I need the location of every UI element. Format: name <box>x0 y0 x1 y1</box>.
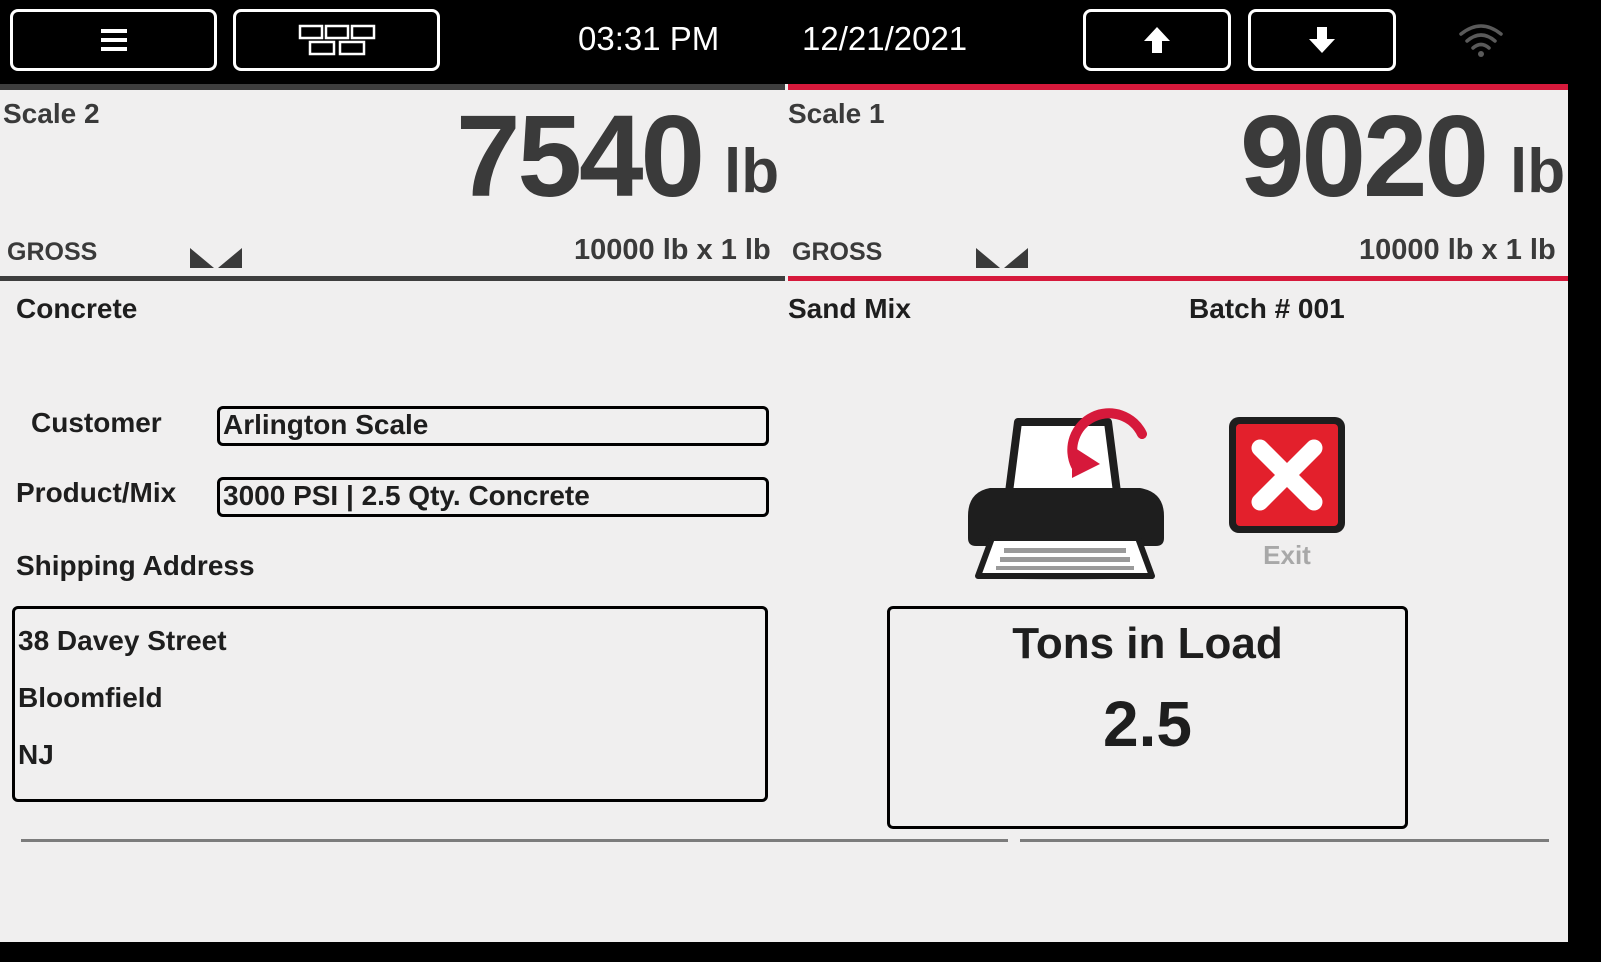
scale-terminal-screen: 03:31 PM 12/21/2021 Scale 2 7540 lb GROS… <box>0 0 1568 942</box>
exit-close-icon <box>1229 417 1345 533</box>
address-line-3: NJ <box>18 739 54 770</box>
current-date: 12/21/2021 <box>802 20 968 57</box>
customer-field[interactable]: Arlington Scale <box>217 406 769 446</box>
shipping-address-label: Shipping Address <box>16 550 255 581</box>
scale-1-unit: lb <box>1510 137 1566 206</box>
scale-2-unit: lb <box>724 137 780 206</box>
arrow-down-icon <box>1309 27 1335 53</box>
tons-in-load-value: 2.5 <box>1103 688 1192 760</box>
scale-2-name: Scale 2 <box>3 98 100 129</box>
hamburger-menu-icon <box>100 29 127 51</box>
material-left-label: Concrete <box>16 293 138 324</box>
center-of-zero-icon <box>190 248 242 268</box>
scale-1-weight: 9020 <box>1240 91 1489 221</box>
menu-button[interactable] <box>10 9 217 71</box>
scroll-down-button[interactable] <box>1248 9 1396 71</box>
grid-layout-icon <box>298 24 375 56</box>
screen-bezel-right <box>1568 0 1601 962</box>
product-mix-label: Product/Mix <box>16 477 177 508</box>
product-mix-field[interactable]: 3000 PSI | 2.5 Qty. Concrete <box>217 477 769 517</box>
customer-label: Customer <box>31 407 162 438</box>
screen-bezel-bottom <box>0 942 1601 962</box>
divider-left <box>21 839 1008 842</box>
material-right-label: Sand Mix <box>788 293 911 324</box>
exit-button[interactable] <box>1226 414 1348 536</box>
scroll-up-button[interactable] <box>1083 9 1231 71</box>
scale-1-panel[interactable]: Scale 1 9020 lb GROSS 10000 lb x 1 lb <box>788 84 1568 281</box>
scale-2-capacity: 10000 lb x 1 lb <box>574 234 771 266</box>
batch-number: Batch # 001 <box>1189 293 1345 324</box>
divider-right <box>1020 839 1549 842</box>
scale-2-panel[interactable]: Scale 2 7540 lb GROSS 10000 lb x 1 lb <box>0 84 785 281</box>
arrow-up-icon <box>1144 27 1170 53</box>
top-toolbar: 03:31 PM 12/21/2021 <box>0 0 1568 84</box>
address-line-1: 38 Davey Street <box>18 625 227 656</box>
reprint-icon <box>968 408 1164 580</box>
exit-label: Exit <box>1263 540 1311 570</box>
tons-in-load-title: Tons in Load <box>1012 619 1283 668</box>
scale-1-capacity: 10000 lb x 1 lb <box>1359 234 1556 266</box>
wifi-icon <box>1459 24 1503 57</box>
shipping-address-field[interactable]: 38 Davey Street Bloomfield NJ <box>12 606 768 802</box>
reprint-button[interactable] <box>960 388 1170 584</box>
layout-button[interactable] <box>233 9 440 71</box>
scale-2-mode: GROSS <box>7 238 98 266</box>
tons-in-load-panel: Tons in Load 2.5 <box>887 606 1408 829</box>
scale-1-mode: GROSS <box>792 238 883 266</box>
scale-2-weight: 7540 <box>456 91 705 221</box>
clock-time: 03:31 PM <box>578 20 720 57</box>
center-of-zero-icon <box>976 248 1028 268</box>
address-line-2: Bloomfield <box>18 682 163 713</box>
scale-1-name: Scale 1 <box>788 98 885 129</box>
